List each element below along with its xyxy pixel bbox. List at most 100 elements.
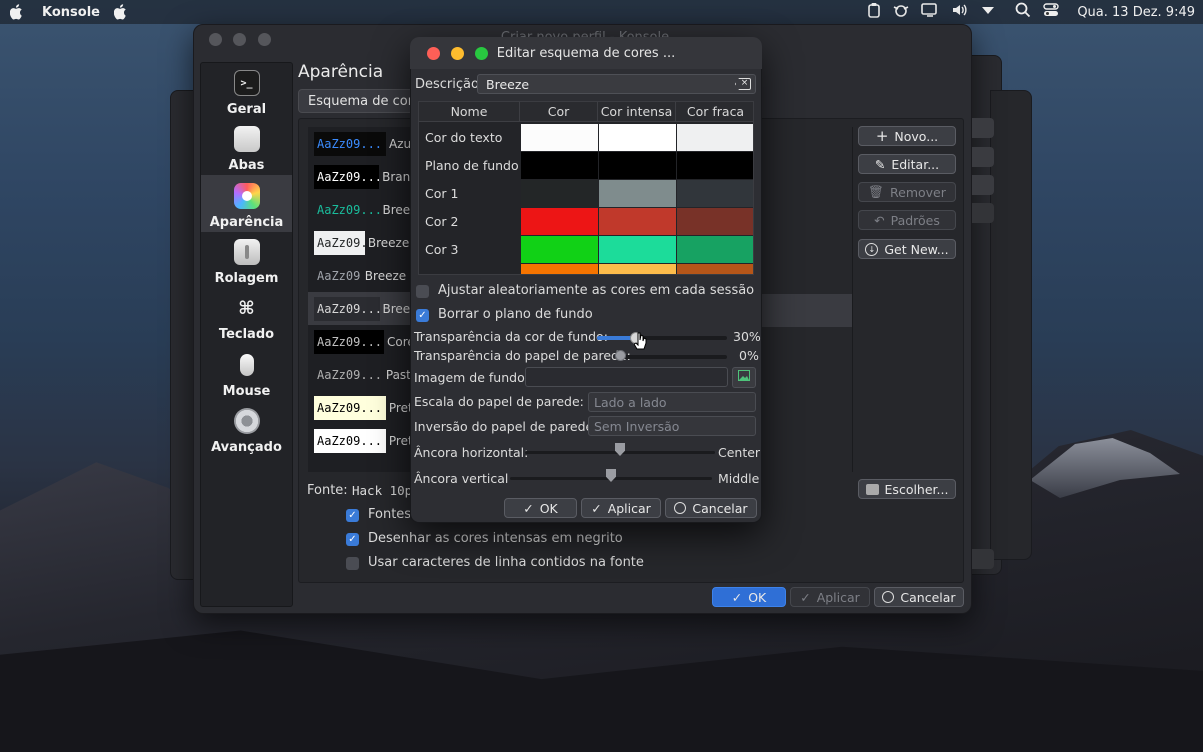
window-zoom-button[interactable] [258,33,271,46]
color-swatch-cell[interactable] [677,152,753,179]
defaults-button[interactable]: ↶ Padrões [858,210,956,230]
color-row-name[interactable] [419,263,520,274]
bg-image-input[interactable] [525,367,728,387]
color-row-name[interactable]: Cor 2 [419,207,520,235]
color-swatch-cell[interactable] [677,264,753,274]
line-chars-checkbox[interactable] [346,557,359,570]
wallpaper-transparency-slider[interactable] [615,350,626,361]
color-swatch-cell[interactable] [599,236,676,263]
window-close-button[interactable] [209,33,222,46]
sidebar-item-avancado[interactable]: Avançado [201,401,292,457]
scheme-list-item[interactable]: AaZz09... Breeze [308,193,420,226]
scheme-list-item[interactable]: AaZz09... Breeze [308,292,420,325]
mouse-icon [234,352,260,378]
edit-scheme-button[interactable]: ✎ Editar... [858,154,956,174]
tab-esquema-de-cores[interactable]: Esquema de cores [298,89,418,113]
dialog-title: Editar esquema de cores ... [496,45,676,61]
column-header-cor[interactable]: Cor [520,102,598,122]
choose-font-button[interactable]: Escolher... [858,479,956,499]
scheme-list-item[interactable]: AaZz09... Branco [308,160,420,193]
sidebar-item-teclado[interactable]: ⌘ Teclado [201,288,292,344]
sidebar-item-rolagem[interactable]: Rolagem [201,232,292,288]
apple-menu-icon[interactable] [10,3,26,21]
scheme-list-item[interactable]: AaZz09... Azul [308,127,420,160]
sidebar-item-abas[interactable]: Abas [201,119,292,175]
wifi-dropdown-icon[interactable] [981,2,995,22]
color-table[interactable]: Nome Cor Cor intensa Cor fraca Cor do te… [418,101,754,275]
sidebar-item-aparencia[interactable]: Aparência [201,176,292,232]
dialog-apply-button[interactable]: ✓ Aplicar [581,498,661,518]
color-swatch-cell[interactable] [521,124,598,151]
bold-intense-checkbox[interactable]: ✓ [346,533,359,546]
randomize-colors-checkbox[interactable] [416,285,429,298]
color-row-name[interactable]: Cor 3 [419,235,520,263]
column-header-cor-intensa[interactable]: Cor intensa [598,102,676,122]
font-label: Fonte: [307,483,348,498]
dialog-ok-button[interactable]: ✓ OK [504,498,577,518]
window-minimize-button[interactable] [233,33,246,46]
description-input[interactable]: Breeze × [477,74,756,94]
main-cancel-button[interactable]: Cancelar [874,587,964,607]
color-scheme-list[interactable]: AaZz09... Azul AaZz09... Branco AaZz09... Bre… [308,127,420,472]
color-swatch-cell[interactable] [521,152,598,179]
clipboard-icon[interactable] [867,2,881,22]
undo-icon: ↶ [874,212,885,228]
scheme-list-item[interactable]: AaZz09...Breeze escuro [308,259,420,292]
scheme-list-item[interactable]: AaZz09... Cores [308,325,420,358]
blur-background-checkbox[interactable]: ✓ [416,309,429,322]
main-ok-button[interactable]: ✓ OK [712,587,786,607]
volume-icon[interactable] [951,2,969,22]
color-swatch-cell[interactable] [521,208,598,235]
smooth-fonts-checkbox[interactable]: ✓ [346,509,359,522]
wallpaper-transparency-track[interactable] [620,355,727,359]
color-row-name[interactable]: Cor 1 [419,179,520,207]
dialog-minimize-button[interactable] [451,47,464,60]
dialog-zoom-button[interactable] [475,47,488,60]
sidebar-label: Avançado [211,440,282,455]
new-scheme-button[interactable]: + Novo... [858,126,956,146]
color-swatch-cell[interactable] [677,180,753,207]
color-row-name[interactable]: Plano de fundo [419,151,520,179]
color-swatch-cell[interactable] [677,124,753,151]
font-value: Hack 10pt [352,483,410,498]
menubar-datetime[interactable]: Qua. 13 Dez. 9:49 [1077,5,1195,20]
dialog-close-button[interactable] [427,47,440,60]
scheme-list-item[interactable]: AaZz09... Pastel [308,358,420,391]
browse-image-button[interactable] [732,367,756,388]
color-swatch-cell[interactable] [521,264,598,274]
column-header-nome[interactable]: Nome [419,102,520,122]
color-swatch-cell[interactable] [599,152,676,179]
clear-text-icon[interactable]: × [735,78,751,90]
search-icon[interactable] [1015,2,1031,22]
color-swatch-cell[interactable] [599,180,676,207]
color-swatch-cell[interactable] [521,180,598,207]
app-menu-name[interactable]: Konsole [42,5,100,20]
color-swatch-cell[interactable] [599,208,676,235]
remove-scheme-button[interactable]: 🗑 Remover [858,182,956,202]
yoda-icon[interactable] [893,2,909,22]
apple-logo-icon[interactable] [113,3,130,21]
dialog-cancel-button[interactable]: Cancelar [665,498,757,518]
color-swatch-cell[interactable] [599,124,676,151]
color-swatch-cell[interactable] [599,264,676,274]
sidebar-item-geral[interactable]: >_ Geral [201,63,292,119]
scheme-list-item[interactable]: AaZz09... Preto [308,391,420,424]
main-apply-button[interactable]: ✓ Aplicar [790,587,870,607]
wallpaper-scale-select[interactable]: Lado a lado [588,392,756,412]
pencil-icon: ✎ [874,156,886,172]
settings-icon [233,408,260,434]
sidebar-label: Teclado [218,327,275,342]
get-new-schemes-button[interactable]: ↓ Get New... [858,239,956,259]
color-swatch-cell[interactable] [521,236,598,263]
wallpaper-flip-select[interactable]: Sem Inversão [588,416,756,436]
column-header-cor-fraca[interactable]: Cor fraca [676,102,753,122]
color-swatch-cell[interactable] [677,208,753,235]
check-icon: ✓ [731,589,743,605]
scheme-list-item[interactable]: AaZz09...Breeze Light [308,226,420,259]
sidebar-item-mouse[interactable]: Mouse [201,345,292,401]
color-row-name[interactable]: Cor do texto [419,123,520,151]
display-icon[interactable] [921,2,939,22]
color-swatch-cell[interactable] [677,236,753,263]
control-center-icon[interactable] [1043,2,1060,22]
scheme-list-item[interactable]: AaZz09... Preto [308,424,420,457]
